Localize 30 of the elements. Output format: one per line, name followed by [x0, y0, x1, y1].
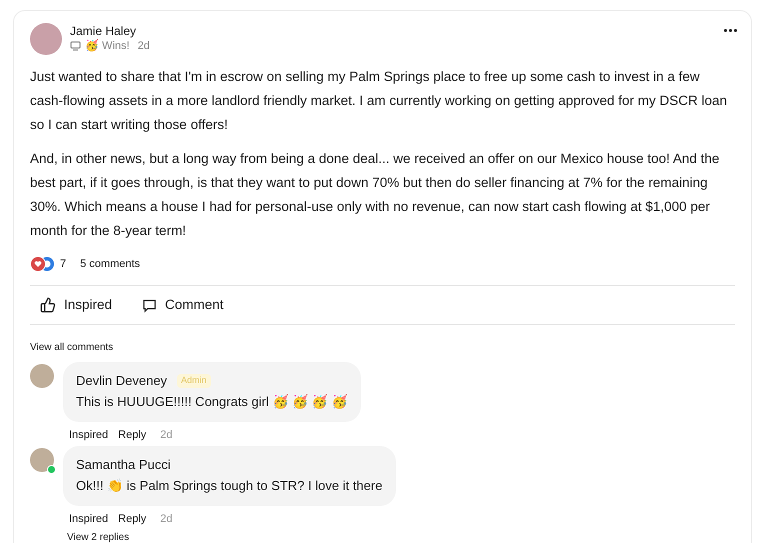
- avatar[interactable]: [30, 23, 62, 55]
- reply-link[interactable]: Reply: [118, 428, 146, 442]
- avatar[interactable]: [30, 448, 54, 472]
- comment-time: 2d: [160, 428, 173, 442]
- view-replies-link[interactable]: View 2 replies: [67, 532, 130, 543]
- more-options-button[interactable]: [722, 29, 739, 32]
- reactions-icon: [30, 256, 56, 272]
- inspired-link[interactable]: Inspired: [69, 512, 108, 526]
- comment-button[interactable]: Comment: [142, 294, 224, 316]
- comment-count[interactable]: 5 comments: [80, 256, 140, 272]
- reply-link[interactable]: Reply: [118, 512, 146, 526]
- role-badge: Admin: [177, 374, 211, 388]
- post-paragraph: And, in other news, but a long way from being a done deal... we received an offer on our Mexico house too! And the best part, if it goes through, is that they want to put down 70% but then do seller financing at 7% for the remaining 30%. Which means a house I had for personal-use only with no revenue, can now start cash flowing at $1,000 per month for the 8-year term!: [30, 150, 720, 240]
- inspired-link[interactable]: Inspired: [69, 428, 108, 442]
- reaction-count[interactable]: 7: [60, 256, 66, 272]
- post-paragraph: Just wanted to share that I'm in escrow on selling my Palm Springs place to free up some cash to invest in a few cash-flowing assets in a more landlord friendly market. I am currently working on getting approved for my DSCR loan so I can start writing those offers!: [30, 68, 728, 134]
- speech-bubble-icon: [142, 298, 158, 312]
- avatar[interactable]: [30, 364, 54, 388]
- view-all-comments-link[interactable]: View all comments: [30, 341, 114, 355]
- monitor-icon: [70, 41, 81, 51]
- commenter-name[interactable]: Samantha Pucci: [76, 455, 171, 475]
- comment-text: Ok!!! 👏 is Palm Springs tough to STR? I love it there: [76, 477, 382, 495]
- thumbs-up-icon: [40, 297, 56, 313]
- comment-text: This is HUUUGE!!!!! Congrats girl 🥳 🥳 🥳 🥳: [76, 393, 348, 411]
- post-time: 2d: [138, 39, 150, 53]
- inspired-button[interactable]: Inspired: [40, 294, 112, 316]
- comment-time: 2d: [160, 512, 173, 526]
- category-label[interactable]: 🥳 Wins!: [85, 39, 130, 53]
- author-name: Jamie Haley: [70, 23, 138, 39]
- commenter-name[interactable]: Devlin Deveney: [76, 371, 168, 391]
